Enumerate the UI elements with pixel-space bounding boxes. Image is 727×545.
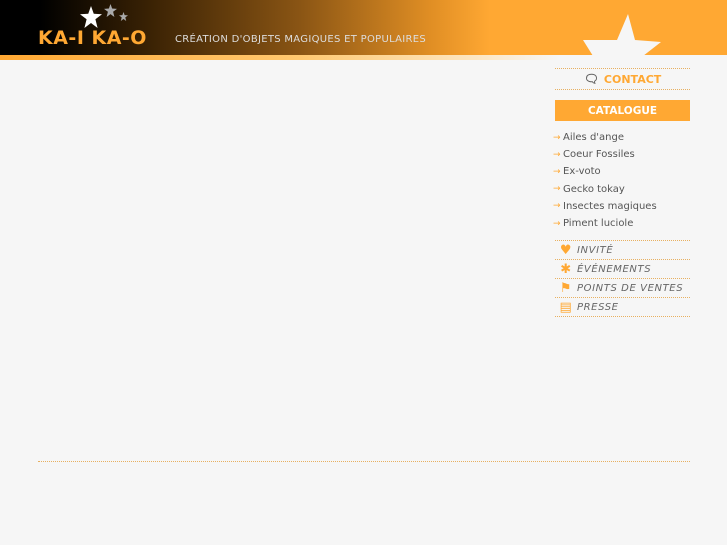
catalogue-list: → Ailes d'ange → Coeur Fossiles → Ex-voto →… [553, 129, 690, 232]
arrow-icon: → [553, 149, 561, 160]
item-label: Ex-voto [563, 166, 601, 178]
sidebar: 🗨 Contact Catalogue → Ailes d'ange → Coeur… [553, 68, 690, 318]
nav-section: ♥ Invité ✱ Événements ⚑ Points de ventes ▤ P… [555, 240, 690, 318]
catalogue-item[interactable]: → Ailes d'ange [553, 129, 690, 146]
speech-bubble-icon: 🗨 [583, 72, 599, 86]
item-label: Ailes d'ange [563, 132, 625, 144]
catalogue-header[interactable]: Catalogue [555, 100, 690, 121]
star-icon [80, 6, 102, 28]
arrow-icon: → [553, 201, 561, 212]
arrow-icon: → [553, 218, 561, 229]
catalogue-item[interactable]: → Piment luciole [553, 215, 690, 232]
nav-invite[interactable]: ♥ Invité [555, 241, 690, 261]
item-label: Piment luciole [563, 218, 634, 230]
footer-divider [38, 461, 690, 462]
contact-label: Contact [603, 72, 662, 86]
arrow-icon: → [553, 166, 561, 177]
catalogue-item[interactable]: → Insectes magiques [553, 198, 690, 215]
nav-label: Points de ventes [577, 282, 684, 294]
star-icon [119, 12, 128, 21]
tagline: Création d'objets magiques et populaires [175, 34, 427, 45]
catalogue-item[interactable]: → Gecko tokay [553, 181, 690, 198]
item-label: Gecko tokay [563, 183, 625, 195]
heart-icon: ♥ [559, 242, 573, 258]
nav-points-de-ventes[interactable]: ⚑ Points de ventes [555, 279, 690, 299]
flag-icon: ⚑ [559, 280, 573, 296]
nav-presse[interactable]: ▤ Presse [555, 298, 690, 318]
document-icon: ▤ [559, 299, 573, 315]
arrow-icon: → [553, 132, 561, 143]
star-icon [583, 14, 661, 56]
nav-label: Invité [577, 244, 614, 256]
header: KA-I KA-O Création d'objets magiques et … [0, 0, 727, 56]
nav-label: Presse [577, 301, 619, 313]
catalogue-item[interactable]: → Ex-voto [553, 163, 690, 180]
contact-link[interactable]: 🗨 Contact [555, 68, 690, 90]
item-label: Insectes magiques [563, 200, 657, 212]
asterisk-icon: ✱ [560, 261, 572, 277]
star-icon [104, 4, 117, 17]
header-bar [0, 55, 727, 60]
nav-label: Événements [577, 263, 652, 275]
arrow-icon: → [553, 184, 561, 195]
nav-evenements[interactable]: ✱ Événements [555, 260, 690, 280]
logo[interactable]: KA-I KA-O [38, 27, 147, 49]
item-label: Coeur Fossiles [563, 149, 635, 161]
catalogue-item[interactable]: → Coeur Fossiles [553, 146, 690, 163]
